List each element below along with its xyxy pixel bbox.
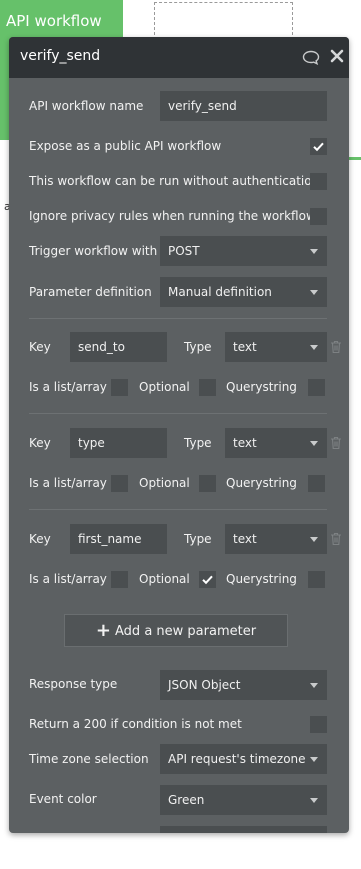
param-type-value: text xyxy=(233,532,257,546)
param-optional-label: Optional xyxy=(139,380,190,394)
param-optional-checkbox[interactable] xyxy=(199,379,216,396)
event-color-dropdown[interactable]: Green xyxy=(160,785,327,815)
param-key-label: Key xyxy=(29,436,51,450)
trigger-label: Trigger workflow with xyxy=(29,244,158,258)
param-type-dropdown[interactable]: text xyxy=(225,428,327,458)
param-type-dropdown[interactable]: text xyxy=(225,524,327,554)
trash-icon[interactable] xyxy=(330,340,342,354)
workflow-name-input[interactable]: verify_send xyxy=(160,91,327,121)
response-type-label: Response type xyxy=(29,677,118,691)
empty-drop-slot xyxy=(154,2,293,40)
param-querystring-label: Querystring xyxy=(226,476,297,490)
trash-icon[interactable] xyxy=(330,532,342,546)
response-type-dropdown[interactable]: JSON Object xyxy=(160,670,327,700)
add-parameter-button[interactable]: + Add a new parameter xyxy=(64,614,288,647)
param-key-label: Key xyxy=(29,532,51,546)
param-key-input[interactable]: type xyxy=(70,428,167,458)
param-optional-checkbox[interactable] xyxy=(199,475,216,492)
no-auth-label: This workflow can be run without authent… xyxy=(29,174,320,188)
expose-public-checkbox[interactable] xyxy=(310,138,327,155)
event-color-label: Event color xyxy=(29,792,97,806)
expose-public-label: Expose as a public API workflow xyxy=(29,139,222,153)
param-list-label: Is a list/array xyxy=(29,380,107,394)
workflow-name-label: API workflow name xyxy=(29,99,144,113)
event-color-value: Green xyxy=(168,793,205,807)
panel-title: verify_send xyxy=(20,48,101,64)
trigger-value: POST xyxy=(168,244,200,258)
param-list-label: Is a list/array xyxy=(29,476,107,490)
timezone-label: Time zone selection xyxy=(29,752,149,766)
param-list-checkbox[interactable] xyxy=(111,571,128,588)
param-optional-checkbox[interactable] xyxy=(199,571,216,588)
param-list-checkbox[interactable] xyxy=(111,379,128,396)
param-key-label: Key xyxy=(29,340,51,354)
timezone-dropdown[interactable]: API request's timezone xyxy=(160,744,327,774)
api-workflow-tab[interactable]: API workflow xyxy=(0,0,123,42)
checkmark-icon xyxy=(202,575,213,585)
param-key-input[interactable]: first_name xyxy=(70,524,167,554)
close-icon[interactable] xyxy=(330,49,344,63)
comment-icon[interactable] xyxy=(302,50,320,65)
param-type-label: Type xyxy=(184,436,212,450)
timezone-value: API request's timezone xyxy=(168,752,306,766)
param-list-checkbox[interactable] xyxy=(111,475,128,492)
no-auth-checkbox[interactable] xyxy=(310,173,327,190)
param-def-dropdown[interactable]: Manual definition xyxy=(160,277,327,307)
section-divider xyxy=(29,318,327,319)
checkmark-icon xyxy=(313,142,324,152)
trigger-dropdown[interactable]: POST xyxy=(160,236,327,266)
plus-icon: + xyxy=(95,620,112,641)
section-divider xyxy=(29,509,327,510)
ignore-privacy-checkbox[interactable] xyxy=(310,208,327,225)
return-200-label: Return a 200 if condition is not met xyxy=(29,717,242,731)
param-key-input[interactable]: send_to xyxy=(70,332,167,362)
param-type-label: Type xyxy=(184,532,212,546)
param-def-label: Parameter definition xyxy=(29,285,152,299)
panel-header: verify_send xyxy=(9,37,349,78)
param-optional-label: Optional xyxy=(139,476,190,490)
return-200-checkbox[interactable] xyxy=(310,716,327,733)
param-querystring-checkbox[interactable] xyxy=(308,475,325,492)
param-type-value: text xyxy=(233,436,257,450)
param-querystring-checkbox[interactable] xyxy=(308,571,325,588)
param-querystring-checkbox[interactable] xyxy=(308,379,325,396)
param-optional-label: Optional xyxy=(139,572,190,586)
next-dropdown-partial[interactable] xyxy=(160,826,327,833)
param-list-label: Is a list/array xyxy=(29,572,107,586)
response-type-value: JSON Object xyxy=(168,678,241,692)
connector-line xyxy=(348,157,361,160)
workflow-property-panel: verify_send API workflow name verify_sen… xyxy=(9,37,349,833)
section-divider xyxy=(29,413,327,414)
param-querystring-label: Querystring xyxy=(226,380,297,394)
param-def-value: Manual definition xyxy=(168,285,272,299)
trash-icon[interactable] xyxy=(330,436,342,450)
add-parameter-label: Add a new parameter xyxy=(115,624,257,639)
param-querystring-label: Querystring xyxy=(226,572,297,586)
ignore-privacy-label: Ignore privacy rules when running the wo… xyxy=(29,209,316,223)
param-type-value: text xyxy=(233,340,257,354)
param-type-dropdown[interactable]: text xyxy=(225,332,327,362)
param-type-label: Type xyxy=(184,340,212,354)
